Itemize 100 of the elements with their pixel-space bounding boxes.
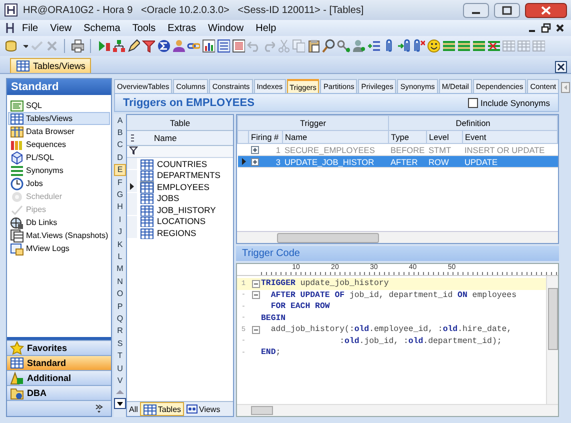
printer-icon[interactable] (71, 39, 84, 53)
database-icon[interactable] (4, 39, 17, 53)
paperclip-remove-icon[interactable] (412, 39, 425, 53)
lines-icon (10, 164, 24, 178)
filter-tab[interactable]: All (127, 402, 140, 416)
collapse-icon[interactable] (252, 326, 260, 334)
menu-item[interactable]: File (16, 22, 44, 34)
navigator-item[interactable]: Tables/Views (8, 112, 110, 125)
table-row[interactable]: REGIONS (127, 227, 233, 238)
code-line: END; (261, 348, 281, 358)
index-letter[interactable]: S (114, 337, 126, 350)
table-row[interactable]: DEPARTMENTS (127, 170, 233, 181)
funnel-icon[interactable] (142, 39, 155, 53)
index-letter[interactable]: V (114, 374, 126, 387)
index-letter[interactable]: T (114, 349, 126, 362)
filter-icon[interactable] (129, 146, 138, 155)
list-icon[interactable] (232, 39, 245, 53)
panel-title: Trigger Code (242, 248, 300, 259)
close-button[interactable] (525, 2, 567, 18)
person-search-icon[interactable] (352, 39, 365, 53)
grid-icon (140, 169, 154, 182)
navigator-group[interactable]: Favorites (7, 340, 111, 355)
navigator-item[interactable]: SQL (8, 99, 110, 112)
restore-button[interactable] (541, 23, 551, 33)
filter-tab[interactable]: Tables (140, 402, 184, 416)
tree-icon[interactable] (112, 39, 125, 53)
index-letter[interactable]: P (114, 300, 126, 312)
form-icon[interactable] (217, 39, 230, 53)
table-row[interactable]: LOCATIONS (127, 216, 233, 227)
key-icon[interactable] (337, 39, 350, 53)
close-button[interactable] (555, 61, 567, 73)
index-letter[interactable]: O (114, 287, 126, 300)
index-letter[interactable]: C (114, 138, 126, 152)
menu-item[interactable]: Help (250, 22, 282, 34)
scroll-down-icon[interactable] (114, 398, 126, 409)
rows-icon[interactable] (457, 39, 470, 53)
index-letter[interactable]: B (114, 126, 126, 139)
navigator-item[interactable]: Jobs (8, 177, 110, 190)
menu-item[interactable]: Schema (78, 22, 126, 34)
column-header: Firing # (248, 130, 282, 144)
navigator-item[interactable]: MView Logs (8, 242, 110, 255)
index-letter[interactable]: R (114, 324, 126, 338)
collapse-icon[interactable] (252, 291, 260, 300)
clipboard-icon[interactable] (307, 39, 320, 53)
menu-item[interactable]: Tools (126, 22, 162, 34)
search-icon[interactable] (322, 39, 335, 53)
maximize-button[interactable] (494, 2, 520, 18)
table-row[interactable]: JOB_HISTORY (127, 204, 233, 216)
index-letter[interactable]: H (114, 200, 126, 214)
index-letter[interactable]: U (114, 362, 126, 374)
checkbox[interactable] (468, 98, 478, 108)
menu-item[interactable]: Extras (162, 22, 202, 34)
column-header: Name (282, 130, 388, 144)
table-row[interactable]: COUNTRIES (127, 158, 233, 170)
index-letter[interactable]: K (114, 238, 126, 250)
index-letter[interactable]: D (114, 151, 126, 164)
navigator-item[interactable]: Sequences (8, 138, 110, 151)
menu-item[interactable]: View (44, 22, 78, 34)
rows-icon[interactable] (472, 39, 485, 53)
index-letter[interactable]: L (114, 250, 126, 263)
index-letter[interactable]: M (114, 262, 126, 276)
navigator-item[interactable]: PL/SQL (8, 151, 110, 164)
gear-icon (10, 190, 24, 204)
index-letter[interactable]: F (114, 176, 126, 188)
document-tab[interactable]: Tables/Views (10, 58, 92, 73)
chevron-icon[interactable] (95, 404, 103, 413)
list-add-icon[interactable] (367, 39, 380, 53)
filter-tab[interactable]: Views (184, 402, 222, 416)
table-row[interactable]: JOBS (127, 192, 233, 204)
column-header: Type (388, 130, 426, 144)
index-letter[interactable]: A (114, 114, 126, 126)
sigma-icon[interactable] (157, 39, 170, 53)
navigator-group[interactable]: DBA (7, 385, 111, 400)
navigator-item[interactable]: Synonyms (8, 164, 110, 177)
menu-item[interactable]: Window (202, 22, 250, 34)
expand-icon[interactable] (250, 158, 258, 166)
index-letter[interactable]: J (114, 226, 126, 238)
star-icon (10, 341, 24, 355)
navigator-item[interactable]: Mat.Views (Snapshots) (8, 229, 110, 242)
navigator-group[interactable]: Additional (7, 370, 111, 385)
navigator-item[interactable]: Db Links (8, 216, 110, 229)
person-icon[interactable] (172, 39, 185, 53)
index-letter[interactable]: E (114, 164, 126, 176)
smiley-icon[interactable] (427, 39, 440, 53)
index-letter[interactable]: Q (114, 312, 126, 325)
paperclip-add-icon[interactable] (397, 39, 410, 53)
rows-remove-icon[interactable] (487, 39, 500, 53)
table-row[interactable]: EMPLOYEES (127, 181, 233, 192)
navigator-group[interactable]: Standard (7, 355, 111, 370)
column-group-header: Table (127, 115, 233, 131)
play-icon[interactable] (97, 39, 110, 53)
chart-icon[interactable] (202, 39, 215, 53)
minimize-button[interactable] (463, 2, 489, 18)
navigator-item[interactable]: Data Browser (8, 125, 110, 138)
index-letter[interactable]: I (114, 213, 126, 226)
collapse-icon[interactable] (252, 280, 260, 288)
pencil-icon[interactable] (127, 39, 140, 53)
close-button[interactable] (555, 23, 565, 33)
index-letter[interactable]: N (114, 275, 126, 288)
index-letter[interactable]: G (114, 188, 126, 201)
